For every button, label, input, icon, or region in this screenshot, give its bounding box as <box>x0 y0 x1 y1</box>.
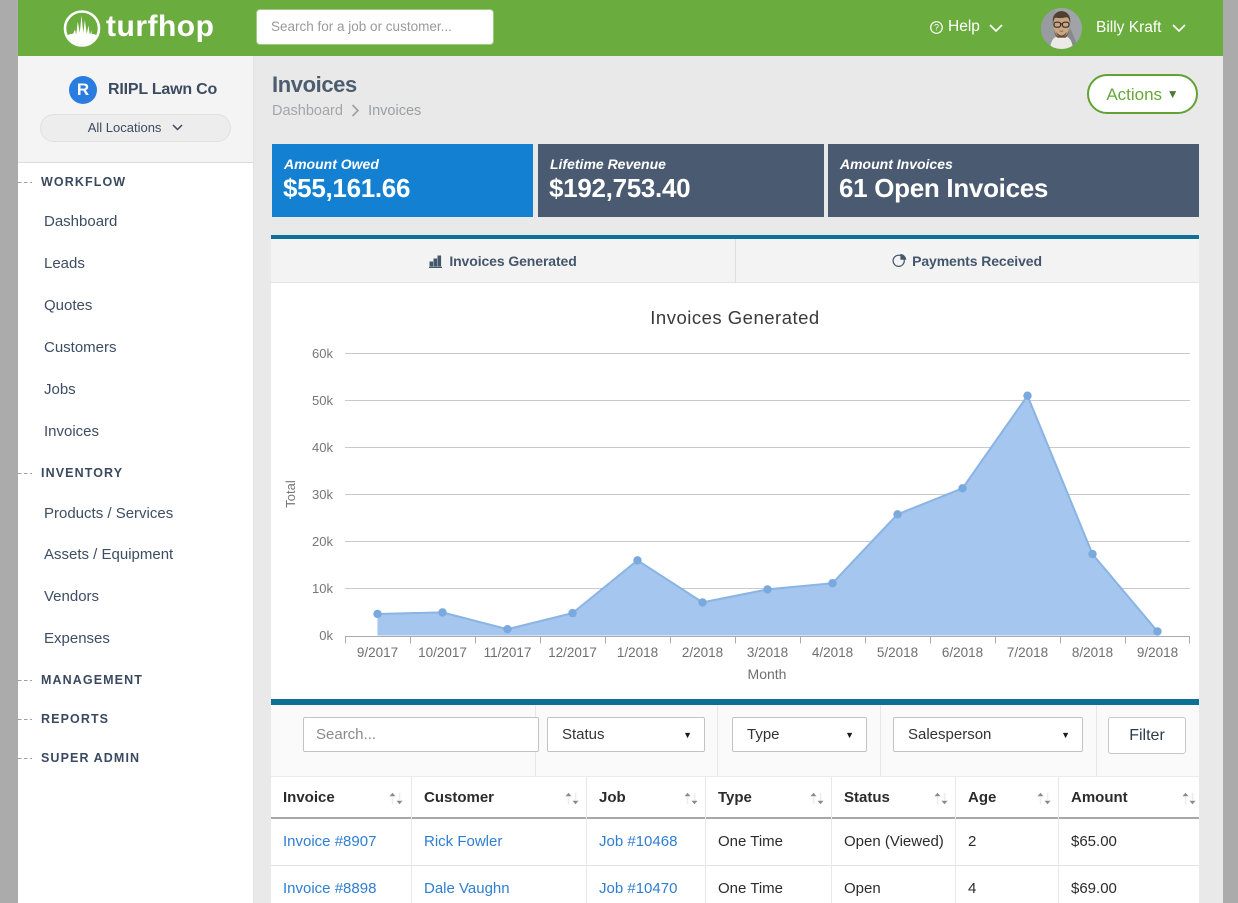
svg-text:5/2018: 5/2018 <box>877 645 918 660</box>
svg-text:Total: Total <box>283 480 298 508</box>
svg-text:6/2018: 6/2018 <box>942 645 983 660</box>
svg-text:Invoices Generated: Invoices Generated <box>650 307 819 328</box>
svg-text:?: ? <box>934 23 939 33</box>
svg-text:40k: 40k <box>312 440 333 455</box>
svg-text:7/2018: 7/2018 <box>1007 645 1048 660</box>
svg-text:Month: Month <box>748 666 787 682</box>
svg-text:3/2018: 3/2018 <box>747 645 788 660</box>
svg-text:10k: 10k <box>312 581 333 596</box>
svg-text:20k: 20k <box>312 534 333 549</box>
svg-text:11/2017: 11/2017 <box>484 645 532 660</box>
svg-text:0k: 0k <box>319 628 333 643</box>
svg-text:1/2018: 1/2018 <box>617 645 658 660</box>
svg-text:10/2017: 10/2017 <box>418 645 467 660</box>
svg-text:4/2018: 4/2018 <box>812 645 853 660</box>
svg-text:12/2017: 12/2017 <box>548 645 597 660</box>
svg-text:9/2018: 9/2018 <box>1137 645 1178 660</box>
svg-text:8/2018: 8/2018 <box>1072 645 1113 660</box>
svg-text:50k: 50k <box>312 393 333 408</box>
svg-text:9/2017: 9/2017 <box>357 645 398 660</box>
svg-text:30k: 30k <box>312 487 333 502</box>
svg-text:2/2018: 2/2018 <box>682 645 723 660</box>
svg-text:60k: 60k <box>312 346 333 361</box>
